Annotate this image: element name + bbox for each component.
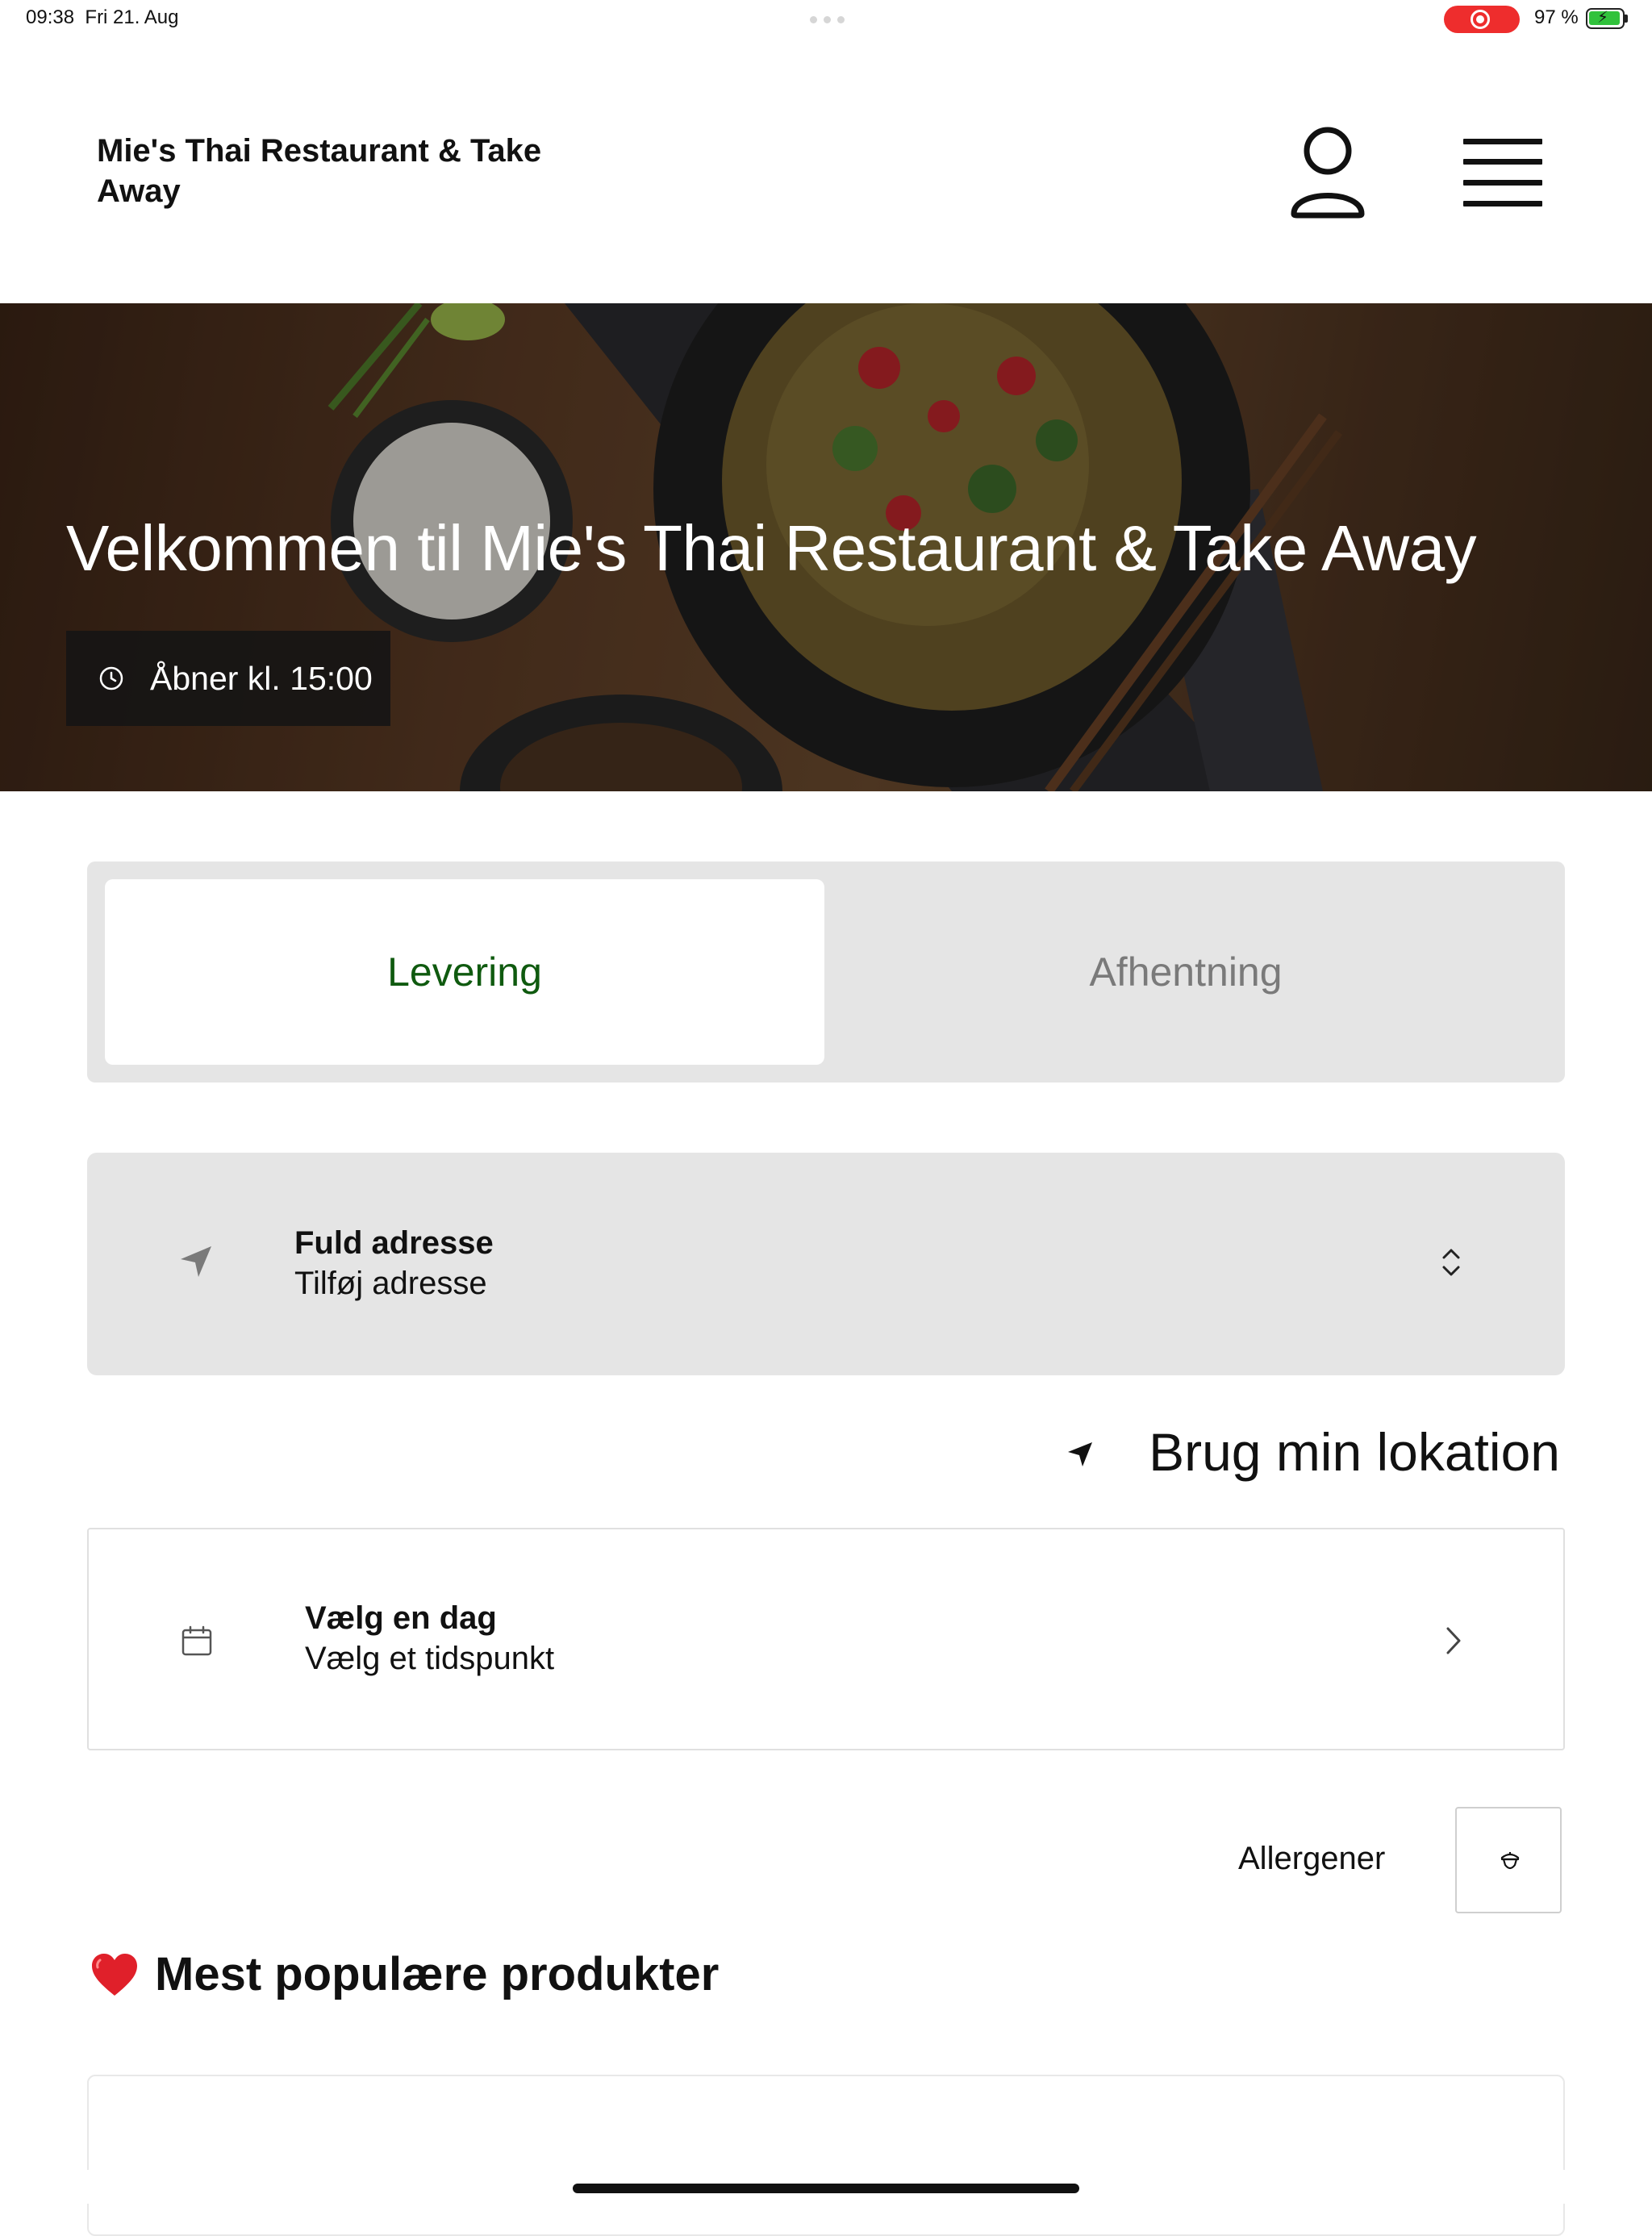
person-icon (1291, 127, 1365, 219)
address-label: Fuld adresse (294, 1225, 494, 1261)
menu-button[interactable] (1462, 136, 1542, 208)
status-clock: 09:38 (26, 6, 75, 28)
restaurant-title[interactable]: Mie's Thai Restaurant & Take Away (97, 131, 597, 211)
location-arrow-icon (1068, 1442, 1092, 1466)
address-selector[interactable]: Fuld adresse Tilføj adresse (87, 1153, 1565, 1375)
chevron-right-icon (1446, 1627, 1461, 1654)
popular-products-heading: Mest populære produkter (90, 1947, 719, 2001)
schedule-value: Vælg et tidspunkt (305, 1641, 555, 1676)
opening-hours-badge: Åbner kl. 15:00 (66, 631, 390, 726)
use-my-location-button[interactable]: Brug min lokation (1065, 1421, 1565, 1486)
chevron-up-down-icon (1442, 1249, 1460, 1276)
calendar-icon (181, 1625, 212, 1656)
status-date: Fri 21. Aug (85, 6, 179, 28)
multitasking-dots[interactable] (810, 16, 845, 23)
welcome-heading: Velkommen til Mie's Thai Restaurant & Ta… (66, 512, 1477, 584)
allergens-label[interactable]: Allergener (1238, 1841, 1385, 1877)
battery-percent: 97 % (1534, 6, 1579, 28)
hamburger-menu-icon (1463, 139, 1542, 144)
account-button[interactable] (1287, 125, 1368, 222)
allergens-button[interactable] (1455, 1807, 1562, 1913)
schedule-selector[interactable]: Vælg en dag Vælg et tidspunkt (87, 1528, 1565, 1750)
schedule-label: Vælg en dag (305, 1600, 497, 1636)
navigation-arrow-icon (181, 1246, 211, 1277)
hero-banner: Velkommen til Mie's Thai Restaurant & Ta… (0, 303, 1652, 791)
fulfillment-toggle: Levering Afhentning (87, 861, 1565, 1083)
screen-recording-indicator[interactable] (1444, 6, 1520, 33)
popular-products-title: Mest populære produkter (155, 1948, 720, 2000)
product-card[interactable] (87, 2075, 1565, 2236)
address-value: Tilføj adresse (294, 1266, 487, 1301)
tab-delivery[interactable]: Levering (105, 879, 824, 1065)
home-indicator[interactable] (573, 2184, 1079, 2193)
use-my-location-label: Brug min lokation (1149, 1422, 1560, 1482)
status-time: 09:38 Fri 21. Aug (26, 6, 178, 29)
clock-icon (99, 666, 123, 690)
allergen-acorn-icon (1500, 1852, 1520, 1870)
battery-icon: ⚡ (1586, 8, 1628, 29)
status-bar: 09:38 Fri 21. Aug 97 % ⚡ (0, 0, 1652, 39)
tab-pickup[interactable]: Afhentning (824, 879, 1547, 1065)
heart-icon (92, 1953, 137, 1996)
opening-hours-text: Åbner kl. 15:00 (150, 660, 373, 697)
